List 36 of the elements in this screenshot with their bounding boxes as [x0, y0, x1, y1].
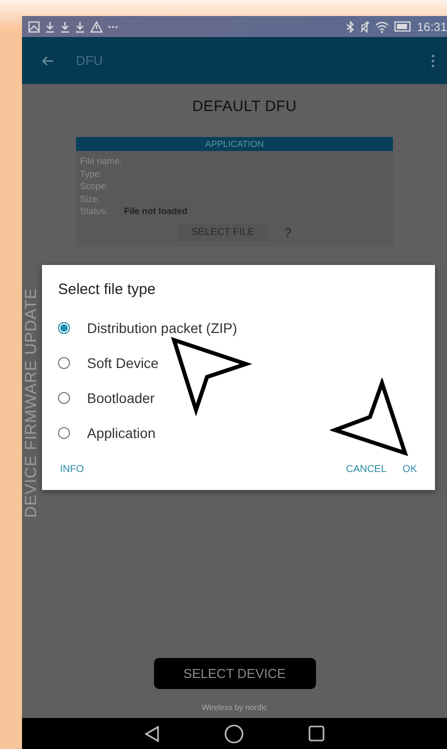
option-label[interactable]: Application — [87, 424, 156, 440]
download-icon — [45, 20, 55, 32]
info-button[interactable]: INFO — [58, 460, 86, 479]
back-triangle-icon[interactable] — [144, 724, 160, 742]
back-arrow-icon[interactable] — [42, 56, 54, 66]
radio-button[interactable] — [58, 392, 70, 404]
option-label[interactable]: Distribution packet (ZIP) — [87, 320, 238, 336]
option-label[interactable]: Bootloader — [87, 390, 155, 406]
card-header: APPLICATION — [76, 137, 393, 151]
dialog-title: Select file type — [58, 281, 157, 298]
dialog-button[interactable]: OK — [400, 460, 419, 479]
image-icon — [28, 20, 40, 32]
bluetooth-icon — [346, 20, 355, 32]
download-icon — [75, 20, 85, 32]
radio-button[interactable] — [58, 426, 70, 438]
mute-icon — [360, 20, 370, 32]
select-device-button[interactable]: SELECT DEVICE — [154, 658, 316, 689]
home-circle-icon[interactable] — [224, 724, 244, 744]
page-heading: DEFAULT DFU — [192, 98, 297, 115]
cursor-arrow-icon — [170, 336, 254, 416]
side-label: DEVICE FIRMWARE UPDATE — [23, 288, 41, 518]
download-icon — [60, 20, 70, 32]
battery-icon — [394, 21, 412, 32]
recents-square-icon[interactable] — [308, 725, 325, 742]
dialog-button[interactable]: CANCEL — [344, 460, 389, 479]
cursor-arrow-icon — [330, 378, 410, 458]
footer-text: Wireless by nordic — [202, 703, 268, 712]
warning-icon — [90, 20, 103, 32]
radio-button[interactable] — [58, 322, 70, 334]
overflow-menu-icon[interactable] — [431, 54, 435, 68]
option-label[interactable]: Soft Device — [87, 354, 159, 370]
clock-time: 16:31 — [416, 20, 447, 34]
radio-button[interactable] — [58, 356, 70, 368]
wifi-icon — [374, 20, 389, 32]
app-title: DFU — [76, 53, 104, 68]
more-dots-icon — [108, 24, 118, 28]
